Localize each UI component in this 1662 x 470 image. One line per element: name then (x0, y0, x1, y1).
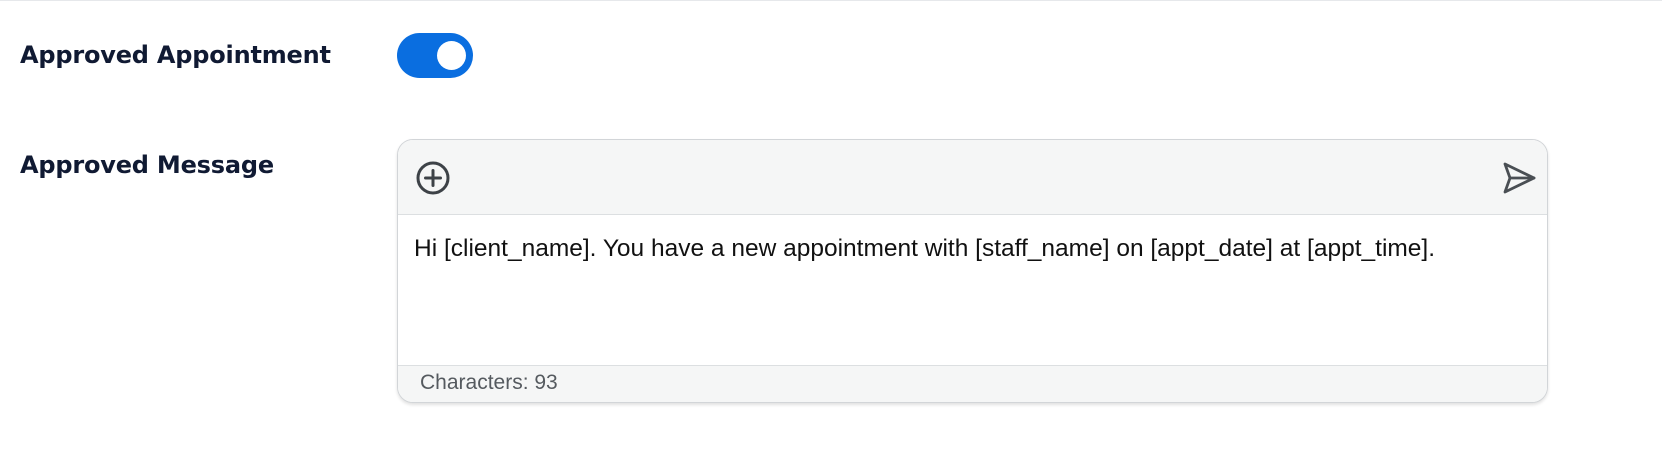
toggle-knob (437, 41, 466, 70)
approved-appointment-toggle[interactable] (397, 33, 473, 78)
approved-message-editor: Hi [client_name]. You have a new appoint… (397, 139, 1548, 403)
top-divider (0, 0, 1662, 1)
character-count: Characters: 93 (398, 365, 1547, 402)
approved-appointment-label: Approved Appointment (20, 41, 331, 69)
editor-toolbar (398, 140, 1547, 215)
message-text-area[interactable]: Hi [client_name]. You have a new appoint… (398, 215, 1547, 367)
plus-circle-icon[interactable] (415, 160, 451, 196)
approved-message-label: Approved Message (20, 151, 274, 179)
send-icon[interactable] (1501, 160, 1537, 196)
